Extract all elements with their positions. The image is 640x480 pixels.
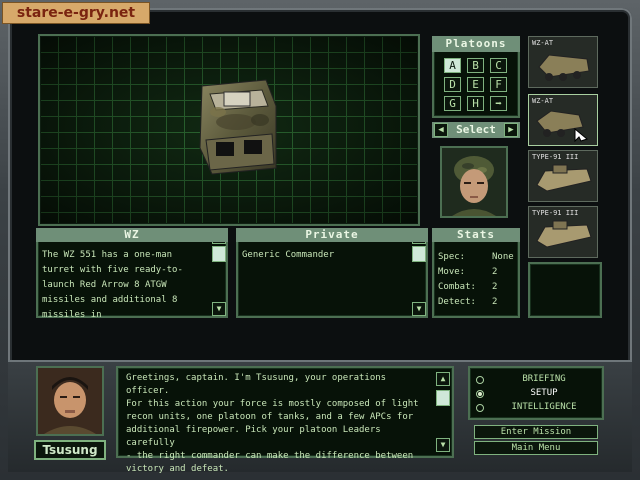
rank-header: Private xyxy=(236,228,428,242)
officer-portrait xyxy=(36,366,104,436)
stat-row-combat: Combat: 2 xyxy=(438,282,497,292)
stat-label: Detect: xyxy=(438,297,476,307)
select-bar: ◀ Select ▶ xyxy=(432,122,520,138)
select-label: Select xyxy=(456,123,496,136)
apc-thumbnail-icon xyxy=(536,164,592,192)
stat-row-spec: Spec: None xyxy=(438,252,514,262)
stat-label: Move: xyxy=(438,267,466,277)
briefing-panel: Greetings, captain. I'm Tsusung, your op… xyxy=(116,366,454,474)
apc-vehicle-model xyxy=(199,79,277,175)
platoon-b-button[interactable]: B xyxy=(467,58,484,73)
stat-value: 2 xyxy=(492,267,498,277)
apc-thumbnail-icon xyxy=(538,54,590,81)
unit-card-3[interactable]: TYPE-91 III xyxy=(528,150,598,202)
platoon-leader-portrait[interactable] xyxy=(440,146,508,218)
unit-card-empty xyxy=(528,262,602,318)
platoon-g-button[interactable]: G xyxy=(444,96,461,111)
unit-description-scrollbar[interactable]: ▲ ▼ xyxy=(212,230,226,316)
select-prev-icon[interactable]: ◀ xyxy=(434,123,448,137)
enter-mission-button[interactable]: Enter Mission xyxy=(474,425,598,439)
scroll-thumb[interactable] xyxy=(212,246,226,262)
apc-thumbnail-icon xyxy=(536,220,592,248)
briefing-radio[interactable] xyxy=(476,376,484,384)
soldier-portrait-icon xyxy=(442,148,506,216)
platoon-f-button[interactable]: F xyxy=(490,77,507,92)
apc-thumbnail-icon xyxy=(536,110,589,143)
platoon-next-arrow-icon[interactable]: ➡ xyxy=(490,96,507,111)
unit-description-text: The WZ 551 has a one-man turret with fiv… xyxy=(42,250,183,320)
platoon-h-button[interactable]: H xyxy=(467,96,484,111)
unit-card-2[interactable]: WZ-AT xyxy=(528,94,598,146)
setup-radio[interactable] xyxy=(476,390,484,398)
platoons-header: Platoons xyxy=(432,36,520,52)
stat-label: Combat: xyxy=(438,282,476,292)
stat-label: Spec: xyxy=(438,252,466,262)
intelligence-radio[interactable] xyxy=(476,404,484,412)
stat-row-detect: Detect: 2 xyxy=(438,297,497,307)
stat-value: 2 xyxy=(492,282,498,292)
unit-3d-view xyxy=(38,34,420,226)
officer-name: Tsusung xyxy=(34,440,106,460)
unit-card-4[interactable]: TYPE-91 III xyxy=(528,206,598,258)
stat-row-move: Move: 2 xyxy=(438,267,497,277)
briefing-text: Greetings, captain. I'm Tsusung, your op… xyxy=(126,373,419,474)
scroll-down-icon[interactable]: ▼ xyxy=(412,302,426,316)
rank-scrollbar[interactable]: ▲ ▼ xyxy=(412,230,426,316)
menu-setup[interactable]: SETUP xyxy=(490,388,598,398)
rank-text: Generic Commander xyxy=(242,250,335,260)
stats-header: Stats xyxy=(432,228,520,242)
scroll-down-icon[interactable]: ▼ xyxy=(212,302,226,316)
unit-name-header: WZ xyxy=(36,228,228,242)
stat-value: 2 xyxy=(492,297,498,307)
menu-briefing[interactable]: BRIEFING xyxy=(490,374,598,384)
platoon-a-button[interactable]: A xyxy=(444,58,461,73)
unit-card-1[interactable]: WZ-AT xyxy=(528,36,598,88)
platoon-e-button[interactable]: E xyxy=(467,77,484,92)
main-menu-button[interactable]: Main Menu xyxy=(474,441,598,455)
scroll-down-icon[interactable]: ▼ xyxy=(436,438,450,452)
officer-portrait-icon xyxy=(38,368,102,434)
scroll-up-icon[interactable]: ▲ xyxy=(436,372,450,386)
select-next-icon[interactable]: ▶ xyxy=(504,123,518,137)
watermark: stare-e-gry.net xyxy=(2,2,150,24)
mode-menu: BRIEFING SETUP INTELLIGENCE xyxy=(468,366,604,420)
platoon-c-button[interactable]: C xyxy=(490,58,507,73)
scroll-thumb[interactable] xyxy=(436,390,450,406)
scroll-thumb[interactable] xyxy=(412,246,426,262)
stat-value: None xyxy=(492,252,514,262)
menu-intelligence[interactable]: INTELLIGENCE xyxy=(490,402,598,412)
platoon-d-button[interactable]: D xyxy=(444,77,461,92)
briefing-scrollbar[interactable]: ▲ ▼ xyxy=(436,372,450,454)
